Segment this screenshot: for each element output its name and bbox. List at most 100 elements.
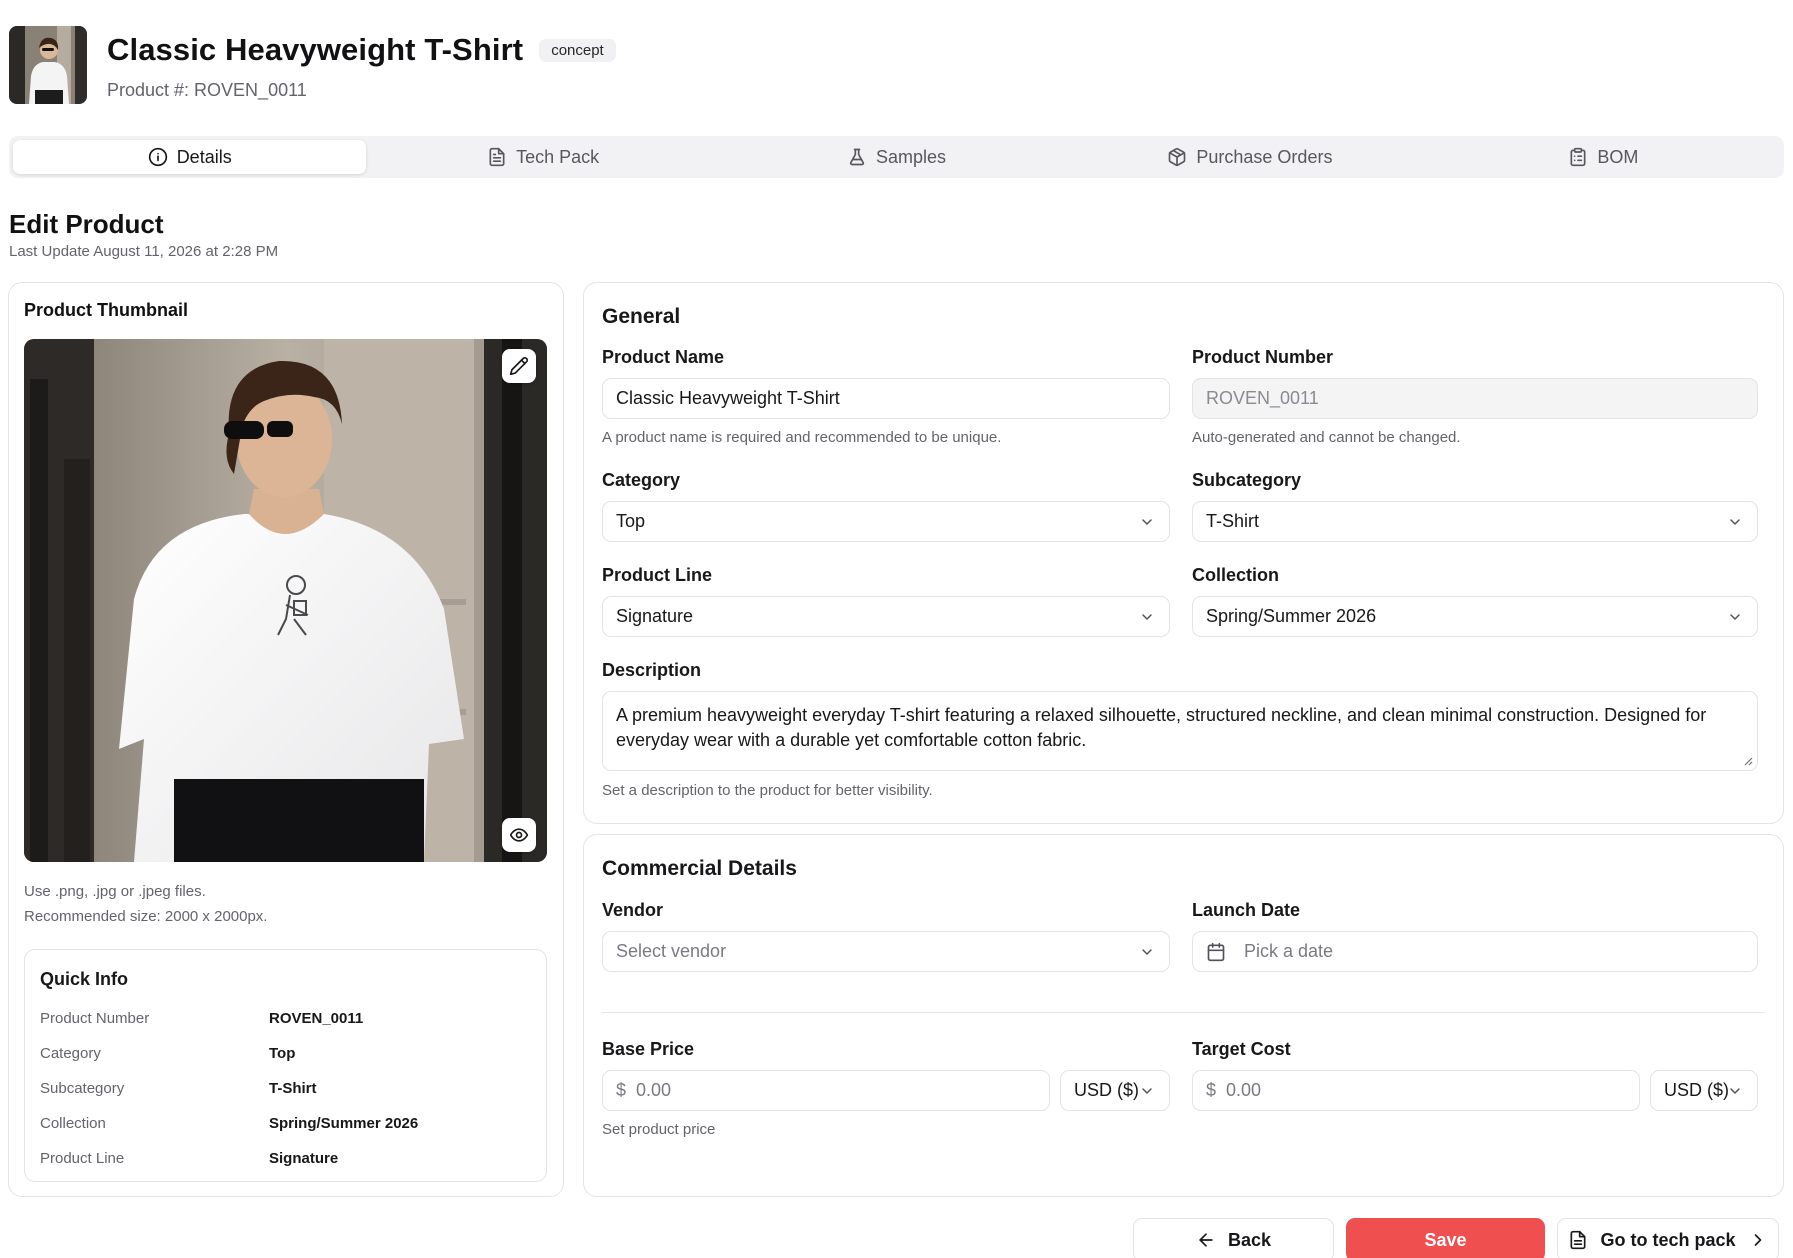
launch-date-placeholder: Pick a date <box>1244 941 1334 961</box>
section-divider <box>602 1012 1765 1013</box>
launch-date-label: Launch Date <box>1192 900 1301 920</box>
collection-label: Collection <box>1192 565 1280 585</box>
description-value: A premium heavyweight everyday T-shirt f… <box>616 705 1707 750</box>
subcategory-label: Subcategory <box>1192 470 1302 490</box>
package-icon <box>1169 147 1186 167</box>
last-update-text: Last Update August 11, 2026 at 2:28 PM <box>9 243 279 260</box>
go-to-tech-pack-button[interactable]: Go to tech pack <box>1557 1218 1779 1258</box>
quick-info-value: ROVEN_0011 <box>269 1010 364 1027</box>
back-button-label: Back <box>1227 1229 1272 1250</box>
file-text-icon <box>489 147 505 167</box>
quick-info-row: Product Number ROVEN_0011 <box>40 1010 530 1034</box>
collection-value: Spring/Summer 2026 <box>1206 606 1377 626</box>
target-cost-currency-select[interactable]: USD ($) <box>1650 1070 1758 1111</box>
target-cost-value: 0.00 <box>1226 1080 1262 1100</box>
flask-icon <box>849 148 865 166</box>
description-label: Description <box>602 660 702 680</box>
quick-info-key: Category <box>40 1045 101 1062</box>
subcategory-value: T-Shirt <box>1206 511 1260 531</box>
chevron-down-icon <box>1730 614 1740 620</box>
vendor-placeholder: Select vendor <box>616 941 727 961</box>
base-price-currency-select[interactable]: USD ($) <box>1060 1070 1170 1111</box>
collection-select[interactable]: Spring/Summer 2026 <box>1192 596 1758 637</box>
tab-samples[interactable]: Samples <box>720 140 1073 174</box>
quick-info-row: Category Top <box>40 1045 530 1069</box>
commercial-details-card: Commercial Details Vendor Select vendor … <box>583 834 1784 1197</box>
thumbnail-hint-formats: Use .png, .jpg or .jpeg files. <box>24 883 206 900</box>
target-cost-input[interactable]: $ 0.00 <box>1192 1070 1640 1111</box>
product-name-label: Product Name <box>602 347 725 367</box>
subcategory-select[interactable]: T-Shirt <box>1192 501 1758 542</box>
base-price-label: Base Price <box>602 1039 695 1059</box>
chevron-down-icon <box>1730 1088 1740 1094</box>
tab-details[interactable]: Details <box>13 140 367 174</box>
description-textarea[interactable]: A premium heavyweight everyday T-shirt f… <box>602 691 1758 771</box>
base-price-help: Set product price <box>602 1121 716 1138</box>
eye-icon <box>509 828 529 842</box>
quick-info-key: Subcategory <box>40 1080 125 1097</box>
target-cost-label: Target Cost <box>1192 1039 1291 1059</box>
tab-label: Purchase Orders <box>1196 146 1333 167</box>
save-button[interactable]: Save <box>1346 1218 1545 1258</box>
preview-thumbnail-button[interactable] <box>502 818 536 852</box>
back-button[interactable]: Back <box>1133 1218 1334 1258</box>
vendor-label: Vendor <box>602 900 664 920</box>
quick-info-row: Collection Spring/Summer 2026 <box>40 1115 530 1139</box>
product-line-label: Product Line <box>602 565 713 585</box>
product-name-help: A product name is required and recommend… <box>602 429 1002 446</box>
target-cost-currency-symbol: $ <box>1206 1080 1217 1100</box>
category-label: Category <box>602 470 681 490</box>
description-help: Set a description to the product for bet… <box>602 782 933 799</box>
product-line-value: Signature <box>616 606 694 626</box>
tab-label: Samples <box>876 146 947 167</box>
calendar-icon <box>1207 942 1225 961</box>
tab-purchase-orders[interactable]: Purchase Orders <box>1073 140 1426 174</box>
quick-info-title: Quick Info <box>40 969 129 989</box>
section-title: Edit Product <box>9 209 164 239</box>
product-number-subtitle: Product #: ROVEN_0011 <box>107 80 307 100</box>
quick-info-value: Top <box>269 1045 296 1062</box>
info-icon <box>148 147 167 167</box>
product-name-value: Classic Heavyweight T-Shirt <box>616 388 840 408</box>
edit-thumbnail-button[interactable] <box>502 349 536 383</box>
commercial-title: Commercial Details <box>602 857 797 880</box>
resize-handle-icon[interactable] <box>1743 756 1753 766</box>
product-thumbnail-image <box>24 339 547 862</box>
launch-date-picker[interactable]: Pick a date <box>1192 931 1758 972</box>
base-price-currency-symbol: $ <box>616 1080 627 1100</box>
clipboard-list-icon <box>1570 147 1586 167</box>
vendor-select[interactable]: Select vendor <box>602 931 1170 972</box>
chevron-down-icon <box>1142 1088 1152 1094</box>
quick-info-panel: Quick Info Product Number ROVEN_0011 Cat… <box>24 949 547 1182</box>
go-to-tech-pack-label: Go to tech pack <box>1600 1229 1736 1250</box>
tab-bom[interactable]: BOM <box>1427 140 1780 174</box>
product-name-input[interactable]: Classic Heavyweight T-Shirt <box>602 378 1170 419</box>
chevron-down-icon <box>1142 519 1152 525</box>
product-number-help: Auto-generated and cannot be changed. <box>1192 429 1461 446</box>
target-cost-currency: USD ($) <box>1664 1080 1730 1100</box>
thumbnail-hint-size: Recommended size: 2000 x 2000px. <box>24 908 268 925</box>
quick-info-key: Collection <box>40 1115 106 1132</box>
base-price-currency: USD ($) <box>1074 1080 1140 1100</box>
status-badge: concept <box>539 38 616 62</box>
pencil-icon <box>509 357 528 376</box>
category-select[interactable]: Top <box>602 501 1170 542</box>
quick-info-value: T-Shirt <box>269 1080 317 1097</box>
quick-info-value: Signature <box>269 1150 339 1167</box>
tab-label: BOM <box>1597 146 1639 167</box>
product-header: Classic Heavyweight T-Shirt concept Prod… <box>9 26 616 104</box>
thumbnail-title: Product Thumbnail <box>24 300 188 320</box>
header-product-image <box>9 26 87 104</box>
quick-info-key: Product Number <box>40 1010 150 1027</box>
page-title: Classic Heavyweight T-Shirt <box>107 32 524 67</box>
product-number-value: ROVEN_0011 <box>1206 388 1319 408</box>
arrow-left-icon <box>1199 1233 1213 1247</box>
base-price-input[interactable]: $ 0.00 <box>602 1070 1050 1111</box>
product-line-select[interactable]: Signature <box>602 596 1170 637</box>
chevron-right-icon <box>1754 1234 1761 1246</box>
quick-info-row: Product Line Signature <box>40 1150 530 1174</box>
tab-tech-pack[interactable]: Tech Pack <box>366 140 719 174</box>
product-number-label: Product Number <box>1192 347 1334 367</box>
quick-info-key: Product Line <box>40 1150 125 1167</box>
base-price-value: 0.00 <box>636 1080 672 1100</box>
